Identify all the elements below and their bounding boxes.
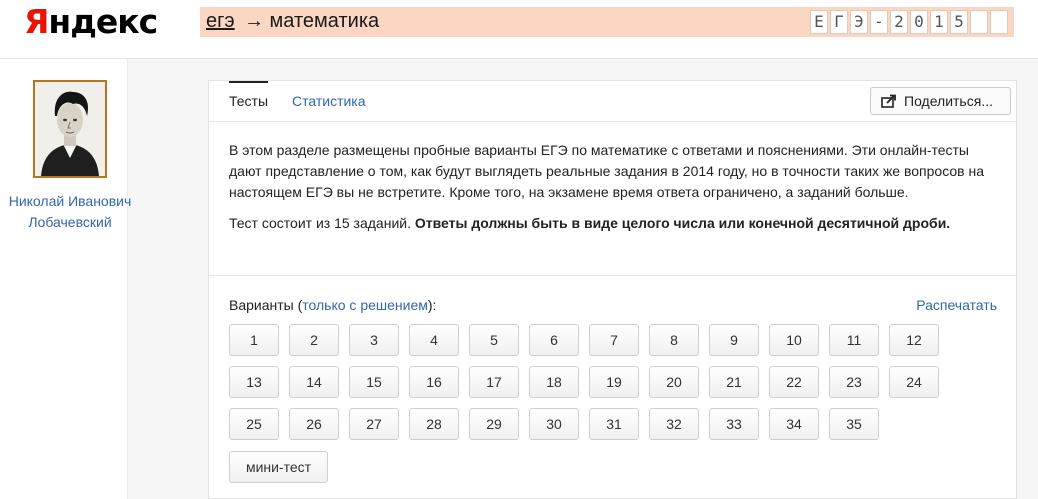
variant-button[interactable]: 34 [769,408,819,440]
variant-button[interactable]: 35 [829,408,879,440]
tab-tests[interactable]: Тесты [229,81,269,109]
logo-first-letter: Я [24,2,49,41]
variant-button[interactable]: 11 [829,324,879,356]
yandex-logo[interactable]: Яндекс [24,2,158,41]
variant-grid: 1 2 3 4 5 6 7 8 9 10 11 12 13 14 15 16 17 18 19 20 21 22 23 24 2… [229,324,949,440]
mini-test-button[interactable]: мини-тест [229,451,328,483]
author-name-link[interactable]: Николай Иванович Лобачевский [0,191,140,233]
share-label: Поделиться... [904,93,993,109]
description-paragraph: В этом разделе размещены пробные вариант… [229,142,984,200]
rules-text: Тест состоит из 15 заданий. [229,215,411,231]
author-portrait[interactable] [33,80,107,178]
variant-button[interactable]: 26 [289,408,339,440]
author-sidebar: Николай Иванович Лобачевский [0,59,131,499]
ege-tile: 2 [890,10,908,34]
ege-tile: 5 [950,10,968,34]
breadcrumb-ege-link[interactable]: егэ [206,10,235,33]
ege-tile: - [870,10,888,34]
ege-tile: 1 [930,10,948,34]
variants-label: Варианты (только с решением): [229,297,436,313]
variant-button[interactable]: 18 [529,366,579,398]
variant-button[interactable]: 31 [589,408,639,440]
variant-button[interactable]: 32 [649,408,699,440]
divider [209,275,1016,276]
share-arrow-icon [881,94,896,108]
portrait-image [35,82,105,176]
variant-button[interactable]: 4 [409,324,459,356]
logo-rest: ндекс [48,2,158,41]
ege-tile: Г [830,10,848,34]
share-button[interactable]: Поделиться... [870,87,1011,115]
variant-button[interactable]: 8 [649,324,699,356]
variant-button[interactable]: 1 [229,324,279,356]
ege-tile: Е [810,10,828,34]
print-link[interactable]: Распечатать [916,297,997,313]
solutions-only-link[interactable]: только с решением [302,297,428,313]
breadcrumb-current: → математика [244,10,380,32]
variant-button[interactable]: 19 [589,366,639,398]
variant-button[interactable]: 5 [469,324,519,356]
content-card: Тесты Статистика Поделиться... В этом ра… [208,80,1017,499]
variant-button[interactable]: 33 [709,408,759,440]
ege-tiles: ЕГЭ-2015 [810,10,1008,34]
ege-tile: 0 [910,10,928,34]
variant-button[interactable]: 3 [349,324,399,356]
ege-tile [990,10,1008,34]
variants-label-text: Варианты ( [229,297,303,313]
variant-button[interactable]: 21 [709,366,759,398]
variant-button[interactable]: 6 [529,324,579,356]
variants-label-suffix: ): [427,297,437,313]
variant-button[interactable]: 14 [289,366,339,398]
tab-bar: Тесты Статистика Поделиться... [209,81,1016,122]
variant-button[interactable]: 16 [409,366,459,398]
variant-button[interactable]: 13 [229,366,279,398]
description-rules: Тест состоит из 15 заданий. Ответы должн… [229,213,1001,234]
breadcrumb: егэ → математика ЕГЭ-2015 [200,7,1014,37]
ege-tile [970,10,988,34]
variant-button[interactable]: 27 [349,408,399,440]
variant-button[interactable]: 17 [469,366,519,398]
variant-button[interactable]: 29 [469,408,519,440]
variant-button[interactable]: 23 [829,366,879,398]
rules-bold-text: Ответы должны быть в виде целого числа и… [414,215,951,231]
tab-statistics[interactable]: Статистика [292,93,366,109]
variant-button[interactable]: 7 [589,324,639,356]
variant-button[interactable]: 10 [769,324,819,356]
variant-button[interactable]: 15 [349,366,399,398]
description: В этом разделе размещены пробные вариант… [229,140,1001,234]
variant-button[interactable]: 28 [409,408,459,440]
variant-button[interactable]: 20 [649,366,699,398]
variant-button[interactable]: 2 [289,324,339,356]
variant-button[interactable]: 12 [889,324,939,356]
variant-button[interactable]: 22 [769,366,819,398]
variant-button[interactable]: 25 [229,408,279,440]
ege-tile: Э [850,10,868,34]
variant-button[interactable]: 30 [529,408,579,440]
variant-button[interactable]: 24 [889,366,939,398]
header: Яндекс егэ → математика ЕГЭ-2015 [0,0,1038,59]
variant-button[interactable]: 9 [709,324,759,356]
